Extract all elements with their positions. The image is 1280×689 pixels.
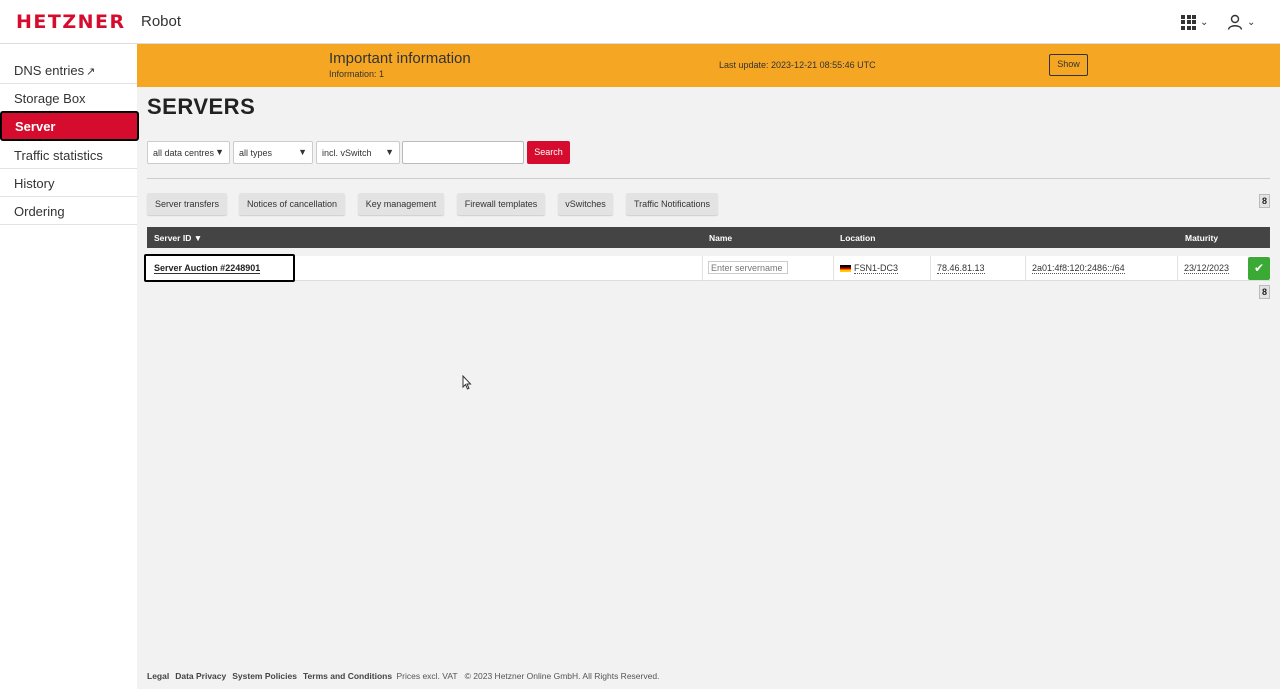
vswitch-select[interactable]: incl. vSwitch ▼ bbox=[316, 141, 400, 164]
server-id-column-header[interactable]: Server ID ▼ bbox=[154, 233, 202, 243]
external-link-icon: ↗ bbox=[86, 66, 96, 78]
legal-link[interactable]: Legal bbox=[147, 671, 169, 681]
important-info-banner: Important information Information: 1 Las… bbox=[137, 44, 1280, 87]
maturity-column-header: Maturity bbox=[1185, 233, 1219, 243]
chevron-down-icon: ⌄ bbox=[1247, 16, 1256, 28]
copyright-text: © 2023 Hetzner Online GmbH. All Rights R… bbox=[464, 671, 660, 681]
servername-input[interactable] bbox=[708, 261, 788, 274]
banner-title: Important information bbox=[329, 50, 471, 67]
chevron-down-icon: ▼ bbox=[298, 147, 307, 157]
firewall-templates-button[interactable]: Firewall templates bbox=[457, 193, 545, 215]
footer: Legal Data Privacy System Policies Terms an… bbox=[147, 671, 659, 681]
grid-icon bbox=[1181, 14, 1196, 30]
divider bbox=[147, 178, 1270, 179]
status-check-icon[interactable]: ✔ bbox=[1248, 257, 1270, 280]
top-header: HETZNER Robot ⌄ ⌄ bbox=[0, 0, 1280, 44]
sidebar-item-storage-box[interactable]: Storage Box bbox=[0, 84, 137, 112]
mouse-cursor-icon bbox=[462, 375, 472, 390]
select-value: incl. vSwitch bbox=[322, 148, 372, 158]
select-value: all data centres bbox=[153, 148, 215, 158]
apps-menu-button[interactable]: ⌄ bbox=[1181, 12, 1208, 32]
server-transfers-button[interactable]: Server transfers bbox=[147, 193, 227, 215]
traffic-notifications-button[interactable]: Traffic Notifications bbox=[626, 193, 718, 215]
app-name: Robot bbox=[141, 13, 182, 30]
count-badge: 8 bbox=[1259, 194, 1270, 208]
location-cell: FSN1-DC3 bbox=[833, 256, 930, 281]
select-value: all types bbox=[239, 148, 273, 158]
banner-last-update: Last update: 2023-12-21 08:55:46 UTC bbox=[719, 60, 876, 70]
location-link[interactable]: FSN1-DC3 bbox=[854, 263, 899, 274]
page-title: SERVERS bbox=[147, 94, 256, 119]
count-badge: 8 bbox=[1259, 285, 1270, 299]
notices-of-cancellation-button[interactable]: Notices of cancellation bbox=[239, 193, 345, 215]
sidebar-item-label: DNS entries bbox=[14, 63, 85, 78]
search-button[interactable]: Search bbox=[527, 141, 570, 164]
data-privacy-link[interactable]: Data Privacy bbox=[175, 671, 226, 681]
show-info-button[interactable]: Show bbox=[1049, 54, 1088, 76]
sidebar: DNS entries ↗ Storage Box Server Traffic … bbox=[0, 44, 139, 689]
sidebar-item-label: Traffic statistics bbox=[14, 148, 103, 163]
search-input[interactable] bbox=[402, 141, 524, 164]
name-column-header: Name bbox=[709, 233, 733, 243]
ipv4-cell: 78.46.81.13 bbox=[930, 256, 1025, 281]
key-management-button[interactable]: Key management bbox=[358, 193, 444, 215]
user-menu-button[interactable]: ⌄ bbox=[1227, 12, 1255, 32]
ipv6-link[interactable]: 2a01:4f8:120:2486::/64 bbox=[1032, 263, 1125, 274]
sidebar-item-server[interactable]: Server bbox=[0, 111, 139, 141]
germany-flag-icon bbox=[840, 265, 851, 273]
hetzner-logo[interactable]: HETZNER bbox=[16, 11, 126, 33]
sidebar-item-history[interactable]: History bbox=[0, 169, 137, 197]
banner-subtitle: Information: 1 bbox=[329, 69, 385, 79]
sort-down-icon: ▼ bbox=[193, 233, 203, 243]
sidebar-item-traffic-statistics[interactable]: Traffic statistics bbox=[0, 141, 137, 169]
ipv4-link[interactable]: 78.46.81.13 bbox=[937, 263, 985, 274]
sidebar-item-ordering[interactable]: Ordering bbox=[0, 197, 137, 225]
prices-note: Prices excl. VAT bbox=[396, 671, 458, 681]
sidebar-item-label: History bbox=[14, 176, 55, 191]
sidebar-item-label: Storage Box bbox=[14, 91, 86, 106]
vswitches-button[interactable]: vSwitches bbox=[558, 193, 613, 215]
column-label: Server ID bbox=[154, 233, 192, 243]
server-table-header: Server ID ▼ Name Location Maturity bbox=[147, 227, 1270, 248]
system-policies-link[interactable]: System Policies bbox=[232, 671, 297, 681]
terms-link[interactable]: Terms and Conditions bbox=[303, 671, 392, 681]
data-centre-select[interactable]: all data centres ▼ bbox=[147, 141, 230, 164]
server-name-text: Server Auction #2248901 bbox=[154, 263, 261, 274]
sidebar-item-dns-entries[interactable]: DNS entries ↗ bbox=[0, 56, 137, 84]
chevron-down-icon: ▼ bbox=[385, 147, 394, 157]
location-column-header: Location bbox=[840, 233, 876, 243]
sidebar-item-label: Ordering bbox=[14, 204, 65, 219]
table-row: Server Auction #2248901 FSN1-DC3 78.46.8… bbox=[144, 254, 1270, 282]
maturity-link[interactable]: 23/12/2023 bbox=[1184, 263, 1230, 274]
ipv6-cell: 2a01:4f8:120:2486::/64 bbox=[1025, 256, 1177, 281]
type-select[interactable]: all types ▼ bbox=[233, 141, 313, 164]
user-icon bbox=[1227, 14, 1243, 30]
sidebar-item-label: Server bbox=[15, 119, 56, 134]
chevron-down-icon: ▼ bbox=[215, 147, 224, 157]
chevron-down-icon: ⌄ bbox=[1200, 16, 1209, 28]
server-link[interactable]: Server Auction #2248901 bbox=[144, 254, 295, 282]
maturity-cell: 23/12/2023 bbox=[1177, 256, 1248, 281]
